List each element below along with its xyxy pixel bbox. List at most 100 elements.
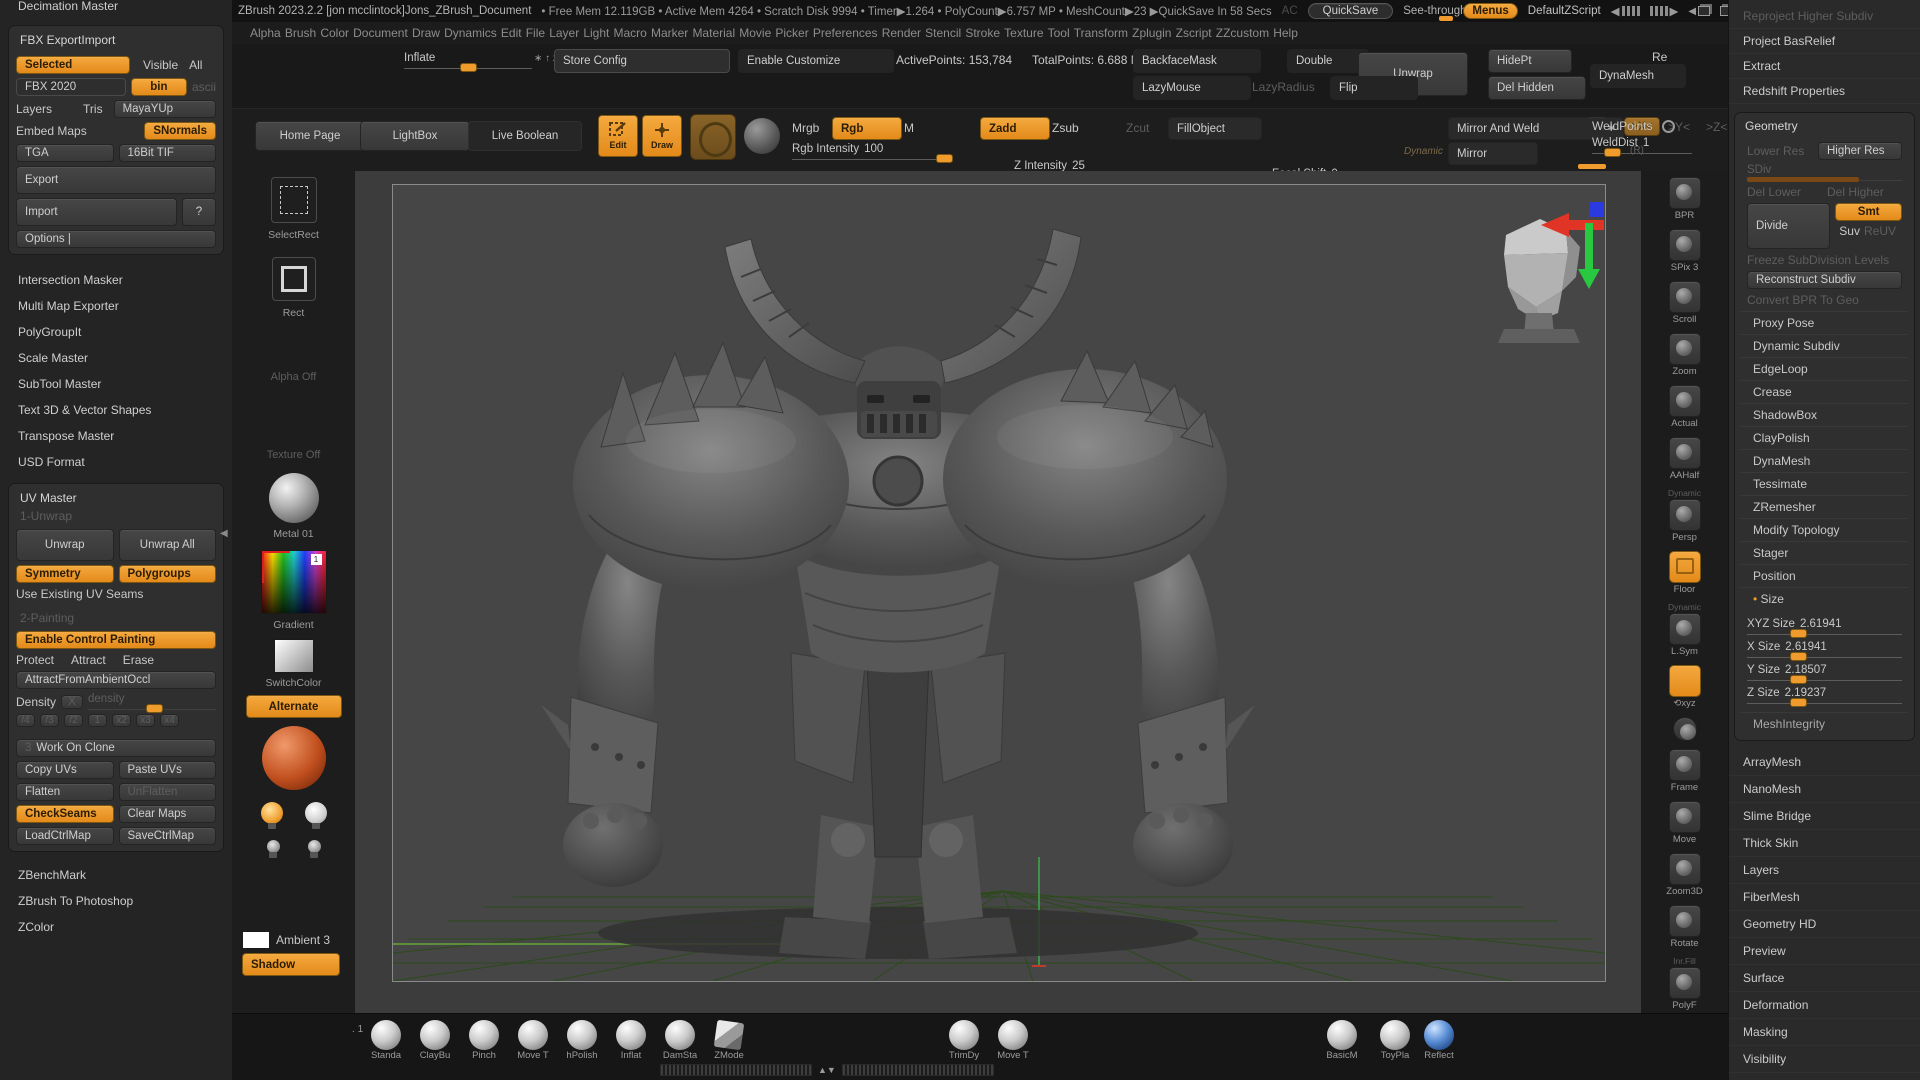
shadow-button[interactable]: Shadow [242, 953, 340, 976]
right-shelf-item-icon[interactable] [1669, 281, 1701, 313]
default-zscript-button[interactable]: DefaultZScript [1528, 5, 1601, 17]
light-bulb-3-icon[interactable] [267, 840, 280, 853]
paint-stroke-icon[interactable] [690, 114, 736, 160]
fbx-bin-button[interactable]: bin [131, 78, 187, 96]
right-shelf-item[interactable]: Rotate [1641, 904, 1728, 949]
geometry-subsection[interactable]: Stager [1741, 541, 1908, 564]
subpalette-item[interactable]: Visibility [1729, 1046, 1920, 1073]
fill-object-button[interactable]: FillObject [1168, 117, 1262, 140]
uv-checkseams-button[interactable]: CheckSeams [16, 805, 114, 823]
fbx-embed-maps-button[interactable]: Embed Maps [16, 124, 87, 138]
subpalette-item[interactable]: Preview [1729, 938, 1920, 965]
hidept-button[interactable]: HidePt [1488, 49, 1572, 73]
geometry-title[interactable]: Geometry [1741, 118, 1908, 138]
uv-enable-control-painting-button[interactable]: Enable Control Painting [16, 631, 216, 649]
suv-button[interactable]: Suv [1835, 224, 1860, 238]
mirror-button[interactable]: Mirror [1448, 142, 1538, 165]
home-page-button[interactable]: Home Page [255, 121, 365, 151]
plugin-item[interactable]: ZColor [0, 914, 232, 940]
see-through-slider[interactable]: See-through 0 [1403, 5, 1453, 17]
zadd-button[interactable]: Zadd [980, 117, 1050, 140]
right-shelf-item[interactable]: Actual [1641, 384, 1728, 429]
uv-attract-ao-button[interactable]: AttractFromAmbientOccl [16, 671, 216, 689]
brush-thumb-icon[interactable] [665, 1020, 695, 1050]
zsub-button[interactable]: Zsub [1052, 121, 1079, 135]
subpalette-item[interactable]: Polygroups [1729, 1073, 1920, 1080]
menu-item[interactable]: Edit [501, 26, 522, 40]
inflate-slider[interactable]: Inflate [404, 52, 532, 69]
right-shelf-item-icon[interactable] [1669, 385, 1701, 417]
menu-item[interactable]: Texture [1004, 26, 1043, 40]
plugin-item[interactable]: Multi Map Exporter [0, 293, 232, 319]
uv-density-mult-button[interactable]: /4 [16, 714, 35, 727]
menu-item[interactable]: Brush [285, 26, 316, 40]
geometry-subsection[interactable]: ShadowBox [1741, 403, 1908, 426]
tray-scroll-arrows-icon[interactable]: ▲▼ [818, 1065, 836, 1075]
brush-thumb-icon[interactable] [371, 1020, 401, 1050]
brush-thumb-icon[interactable] [420, 1020, 450, 1050]
plugin-item[interactable]: Text 3D & Vector Shapes [0, 397, 232, 423]
divide-button[interactable]: Divide [1747, 203, 1830, 249]
fbx-all-button[interactable]: All [189, 58, 202, 72]
right-shelf-item-icon[interactable] [1669, 551, 1701, 583]
right-shelf-item-icon[interactable] [1669, 333, 1701, 365]
brush-item[interactable]: ClayBu [415, 1020, 455, 1061]
right-shelf-item[interactable]: Move [1641, 800, 1728, 845]
brush-item[interactable]: Move T [513, 1020, 553, 1061]
reflect-material-item[interactable]: Reflect [1417, 1020, 1461, 1061]
flip-button[interactable]: Flip [1330, 76, 1418, 100]
size-slider[interactable]: X Size2.61941 [1747, 641, 1902, 658]
material-item[interactable]: BasicM [1320, 1020, 1364, 1061]
double-button[interactable]: Double [1287, 49, 1369, 73]
subpalette-item[interactable]: NanoMesh [1729, 776, 1920, 803]
plugin-item[interactable]: ZBrush To Photoshop [0, 888, 232, 914]
brush-item[interactable]: DamSta [660, 1020, 700, 1061]
stroke-selectrect-icon[interactable] [271, 177, 317, 223]
right-shelf-item[interactable]: AAHalf [1641, 436, 1728, 481]
brush-thumb-icon[interactable] [714, 1020, 744, 1050]
geometry-subsection[interactable]: EdgeLoop [1741, 357, 1908, 380]
fbx-export-button[interactable]: Export [16, 166, 216, 194]
right-shelf-item[interactable]: Scroll [1641, 280, 1728, 325]
right-shelf-item-icon[interactable] [1669, 177, 1701, 209]
brush-thumb-icon[interactable] [616, 1020, 646, 1050]
mrgb-button[interactable]: Mrgb [792, 121, 819, 135]
mirror-axis-z-button[interactable]: >Z< [1706, 120, 1727, 134]
menu-item[interactable]: Document [353, 26, 408, 40]
size-slider[interactable]: XYZ Size2.61941 [1747, 618, 1902, 635]
uv-flatten-button[interactable]: Flatten [16, 783, 114, 801]
menu-item[interactable]: Zplugin [1132, 26, 1171, 40]
right-shelf-item-icon[interactable] [1669, 437, 1701, 469]
right-shelf-item-icon[interactable] [1669, 499, 1701, 531]
freeze-subdivision-button[interactable]: Freeze SubDivision Levels [1747, 253, 1889, 267]
uv-unflatten-button[interactable]: UnFlatten [119, 783, 217, 801]
weld-dist-slider[interactable]: WeldDist1 [1592, 137, 1692, 154]
lazy-radius-button[interactable]: LazyRadius [1252, 80, 1315, 94]
pane-prev-icon[interactable]: ◀ [1688, 6, 1710, 17]
uv-density-mult-button[interactable]: /2 [64, 714, 83, 727]
right-shelf-item[interactable]: Floor [1641, 550, 1728, 595]
geometry-subsection[interactable]: DynaMesh [1741, 449, 1908, 472]
menu-item[interactable]: Preferences [813, 26, 878, 40]
del-higher-button[interactable]: Del Higher [1827, 185, 1902, 199]
right-shelf-item[interactable]: Dynamic Persp [1641, 488, 1728, 543]
tray-scroll-right[interactable] [842, 1064, 994, 1076]
subpalette-item[interactable]: Thick Skin [1729, 830, 1920, 857]
fbx-snormals-button[interactable]: SNormals [144, 122, 216, 140]
subpalette-item[interactable]: Extract [1729, 54, 1920, 79]
lower-res-button[interactable]: Lower Res [1747, 144, 1813, 158]
right-shelf-item[interactable]: Dynamic L.Sym [1641, 602, 1728, 657]
subpalette-item[interactable]: Project BasRelief [1729, 29, 1920, 54]
geometry-subsection[interactable]: ZRemesher [1741, 495, 1908, 518]
enable-customize-button[interactable]: Enable Customize [738, 49, 894, 73]
right-shelf-item-icon[interactable] [1669, 665, 1701, 697]
menus-button[interactable]: Menus [1463, 3, 1517, 19]
menu-item[interactable]: Stroke [965, 26, 1000, 40]
plugin-item[interactable]: USD Format [0, 449, 232, 475]
reuv-button[interactable]: ReUV [1864, 224, 1902, 238]
viewport-canvas[interactable] [355, 171, 1641, 1013]
brush-item[interactable]: Inflat [611, 1020, 651, 1061]
brush-thumb-icon[interactable] [518, 1020, 548, 1050]
subpalette-item[interactable]: Layers [1729, 857, 1920, 884]
fbx-tris-button[interactable]: Tris [83, 102, 103, 116]
